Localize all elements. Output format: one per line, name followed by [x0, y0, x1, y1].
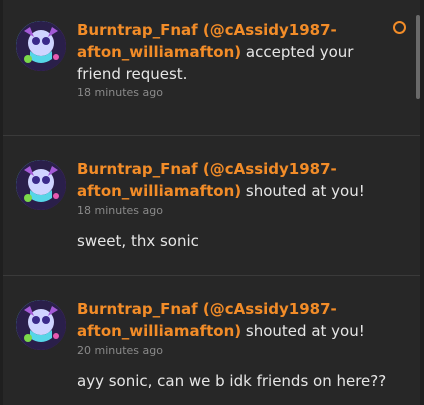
notification-item[interactable]: Burntrap_Fnaf (@cAssidy1987-afton_willia…	[3, 136, 420, 276]
timestamp: 20 minutes ago	[77, 344, 163, 357]
scrollbar-thumb[interactable]	[416, 15, 420, 99]
notification-action: shouted at you!	[241, 322, 365, 340]
avatar[interactable]	[16, 21, 66, 71]
avatar-image	[16, 160, 66, 210]
timestamp: 18 minutes ago	[77, 86, 163, 99]
notification-item[interactable]: Burntrap_Fnaf (@cAssidy1987-afton_willia…	[3, 276, 420, 405]
timestamp: 18 minutes ago	[77, 204, 163, 217]
shout-message: sweet, thx sonic	[77, 232, 199, 250]
avatar[interactable]	[16, 160, 66, 210]
shout-message: ayy sonic, can we b idk friends on here?…	[77, 372, 387, 390]
avatar-image	[16, 300, 66, 350]
avatar[interactable]	[16, 300, 66, 350]
notification-text: Burntrap_Fnaf (@cAssidy1987-afton_willia…	[77, 19, 377, 85]
notification-action: shouted at you!	[241, 182, 365, 200]
avatar-image	[16, 21, 66, 71]
notification-item[interactable]: Burntrap_Fnaf (@cAssidy1987-afton_willia…	[3, 0, 420, 136]
notification-text: Burntrap_Fnaf (@cAssidy1987-afton_willia…	[77, 298, 377, 342]
notification-text: Burntrap_Fnaf (@cAssidy1987-afton_willia…	[77, 158, 377, 202]
notifications-panel: Burntrap_Fnaf (@cAssidy1987-afton_willia…	[3, 0, 420, 405]
unread-indicator-icon[interactable]	[393, 21, 406, 34]
